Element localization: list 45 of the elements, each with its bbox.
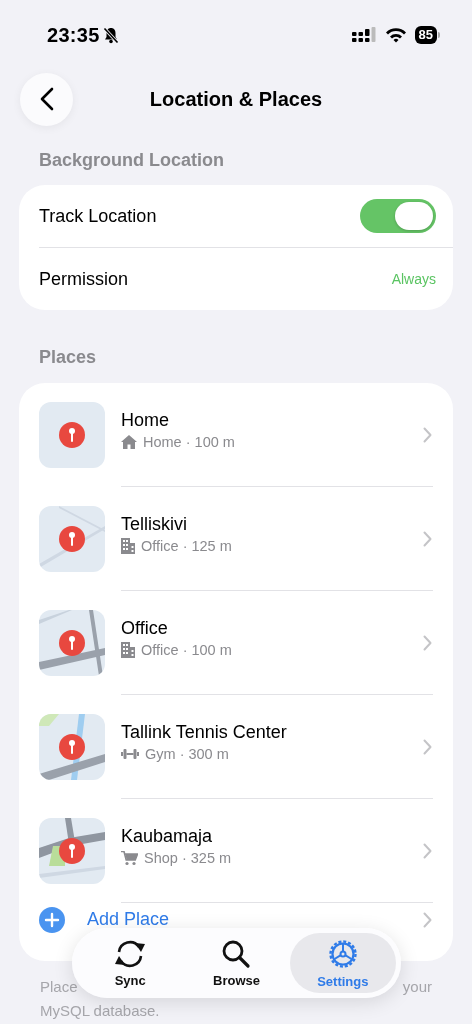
section-heading: Background Location — [38, 149, 225, 171]
cart-icon — [121, 850, 138, 866]
section-heading: Places — [38, 346, 98, 368]
place-name: Office — [121, 617, 169, 639]
place-name: Tallink Tennis Center — [121, 721, 288, 743]
setting-label: Track Location — [39, 205, 158, 227]
place-name: Telliskivi — [121, 513, 188, 535]
chevron-icon — [423, 842, 432, 859]
building-icon — [121, 642, 135, 658]
place-detail: Office · 100 m — [141, 642, 232, 658]
chevron-icon — [423, 738, 432, 755]
place-detail: Gym · 300 m — [145, 746, 229, 762]
chevron-icon — [423, 426, 432, 443]
footer-note: Place — [40, 977, 78, 997]
settings-icon — [326, 937, 359, 970]
footer-note: your — [402, 977, 432, 997]
dumbbell-icon — [121, 748, 139, 760]
place-detail: Shop · 325 m — [144, 850, 232, 866]
plus-icon[interactable] — [39, 907, 65, 933]
back-button[interactable] — [20, 72, 73, 126]
toggle-switch[interactable] — [360, 199, 436, 233]
building-icon — [121, 538, 135, 554]
chevron-icon — [423, 634, 432, 651]
place-detail: Office · 125 m — [141, 538, 232, 554]
signal-icon — [351, 27, 376, 43]
sync-icon — [113, 938, 148, 969]
chevron-icon — [423, 530, 432, 547]
place-name: Kaubamaja — [121, 825, 214, 847]
place-name: Home — [121, 409, 170, 431]
setting-label: Permission — [39, 268, 130, 290]
battery-icon: 85 — [414, 26, 440, 44]
screen-title: Location & Places — [149, 87, 323, 110]
setting-value: Always — [391, 271, 436, 287]
tab-button[interactable]: Browse — [183, 933, 290, 993]
chevron-icon — [423, 912, 432, 928]
clock-time: 23:35 — [47, 23, 100, 47]
wifi-icon — [384, 27, 407, 43]
add-place-link[interactable]: Add Place — [87, 909, 170, 929]
place-detail: Home · 100 m — [143, 434, 235, 450]
chevron-left-icon — [39, 87, 54, 111]
muted-bell-icon — [102, 26, 119, 44]
house-icon — [121, 435, 137, 449]
footer-note: MySQL database. — [40, 1002, 160, 1019]
tab-button[interactable]: Sync — [77, 933, 184, 993]
search-icon — [221, 938, 252, 969]
